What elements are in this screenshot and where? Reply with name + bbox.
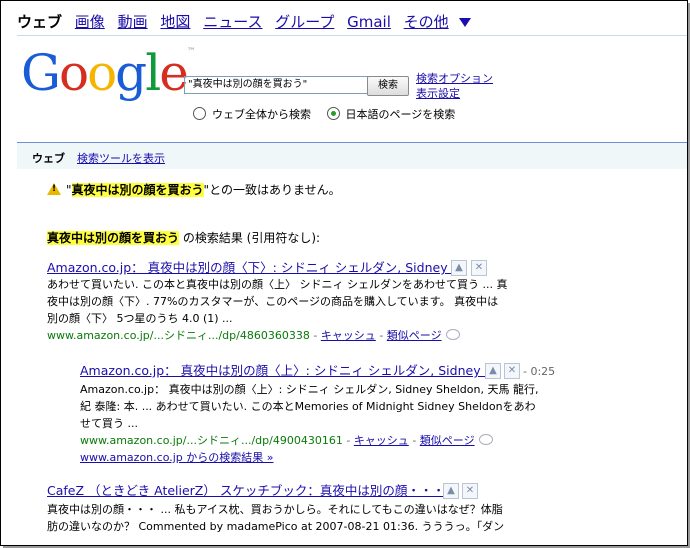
- no-match-notice: "真夜中は別の顔を買おう"との一致はありません。: [47, 181, 341, 198]
- search-result: Amazon.co.jp： 真夜中は別の顔〈上〉: シドニィ シェルダン, Si…: [80, 362, 550, 466]
- comment-bubble-icon[interactable]: [478, 434, 493, 445]
- nav-images[interactable]: 画像: [75, 13, 105, 31]
- result-url-line: www.amazon.co.jp/...シドニィ.../dp/490043016…: [80, 432, 550, 449]
- radio-all-web-label[interactable]: ウェブ全体から検索: [212, 108, 311, 121]
- radio-japanese-pages[interactable]: [326, 107, 340, 120]
- google-logo[interactable]: Google™: [21, 48, 196, 99]
- promote-icon[interactable]: ▲: [451, 260, 467, 276]
- browser-frame: ウェブ 画像 動画 地図 ニュース グループ Gmail その他 Google™…: [0, 0, 688, 546]
- similar-pages-link[interactable]: 類似ページ: [420, 434, 475, 447]
- more-results-link[interactable]: www.amazon.co.jp からの検索結果 »: [80, 449, 550, 466]
- search-button[interactable]: 検索: [367, 76, 409, 96]
- nav-videos[interactable]: 動画: [118, 13, 148, 31]
- result-time: - 0:25: [523, 365, 556, 378]
- result-snippet: Amazon.co.jp： 真夜中は別の顔〈上〉: シドニィ シェルダン, Si…: [80, 383, 539, 430]
- result-title-link[interactable]: Amazon.co.jp： 真夜中は別の顔〈上〉: シドニィ シェルダン, Si…: [80, 362, 550, 379]
- nav-more[interactable]: その他: [404, 13, 449, 31]
- remove-icon[interactable]: ✕: [471, 260, 487, 276]
- search-scope: ウェブ全体から検索 日本語のページを検索: [193, 106, 467, 122]
- similar-pages-link[interactable]: 類似ページ: [387, 329, 442, 342]
- promote-icon[interactable]: ▲: [443, 483, 459, 499]
- cache-link[interactable]: キャッシュ: [321, 329, 376, 342]
- result-snippet: 真夜中は別の顔・・・ ... 私もアイス枕、買おうかしら。それにしてもこの違いは…: [47, 503, 505, 533]
- nav-news[interactable]: ニュース: [203, 13, 262, 31]
- nav-groups[interactable]: グループ: [275, 13, 334, 31]
- nav-divider: [17, 35, 687, 36]
- results-for-query: 真夜中は別の顔を買おう: [47, 231, 180, 245]
- search-result: Amazon.co.jp： 真夜中は別の顔〈下〉: シドニィ シェルダン, Si…: [47, 259, 517, 344]
- warning-icon: [47, 183, 61, 195]
- nav-gmail[interactable]: Gmail: [347, 13, 391, 31]
- result-url: www.amazon.co.jp/...シドニィ.../dp/490043016…: [80, 434, 343, 447]
- result-url: www.amazon.co.jp/...シドニィ.../dp/486036033…: [47, 329, 310, 342]
- results-bar: ウェブ 検索ツールを表示: [17, 142, 687, 169]
- result-url-line: www.amazon.co.jp/...シドニィ.../dp/486036033…: [47, 327, 517, 344]
- notice-text: との一致はありません。: [209, 183, 341, 197]
- remove-icon[interactable]: ✕: [504, 363, 520, 379]
- show-search-tools-link[interactable]: 検索ツールを表示: [77, 150, 165, 166]
- cache-link[interactable]: キャッシュ: [354, 434, 409, 447]
- result-snippet: あわせて買いたい. この本と真夜中は別の顔〈上〉 シドニィ シェルダンをあわせて…: [47, 278, 508, 325]
- nav-web: ウェブ: [17, 13, 63, 31]
- promote-icon[interactable]: ▲: [485, 363, 501, 379]
- nav-maps[interactable]: 地図: [160, 13, 190, 31]
- result-title-link[interactable]: Amazon.co.jp： 真夜中は別の顔〈下〉: シドニィ シェルダン, Si…: [47, 259, 517, 276]
- comment-bubble-icon[interactable]: [445, 329, 460, 340]
- radio-all-web[interactable]: [193, 107, 206, 120]
- search-input[interactable]: "真夜中は別の顔を買おう": [184, 76, 368, 94]
- advanced-search-link[interactable]: 検索オプション: [416, 71, 493, 86]
- chevron-down-icon[interactable]: [458, 18, 471, 27]
- bar-web-label: ウェブ: [32, 152, 65, 165]
- radio-japanese-pages-label[interactable]: 日本語のページを検索: [346, 108, 456, 121]
- results-for-label: 真夜中は別の顔を買おう の検索結果 (引用符なし):: [47, 231, 321, 245]
- notice-query: 真夜中は別の顔を買おう: [71, 183, 204, 197]
- search-options: 検索オプション 表示設定: [416, 71, 493, 101]
- remove-icon[interactable]: ✕: [462, 483, 478, 499]
- top-nav: ウェブ 画像 動画 地図 ニュース グループ Gmail その他: [17, 11, 479, 32]
- preferences-link[interactable]: 表示設定: [416, 86, 493, 101]
